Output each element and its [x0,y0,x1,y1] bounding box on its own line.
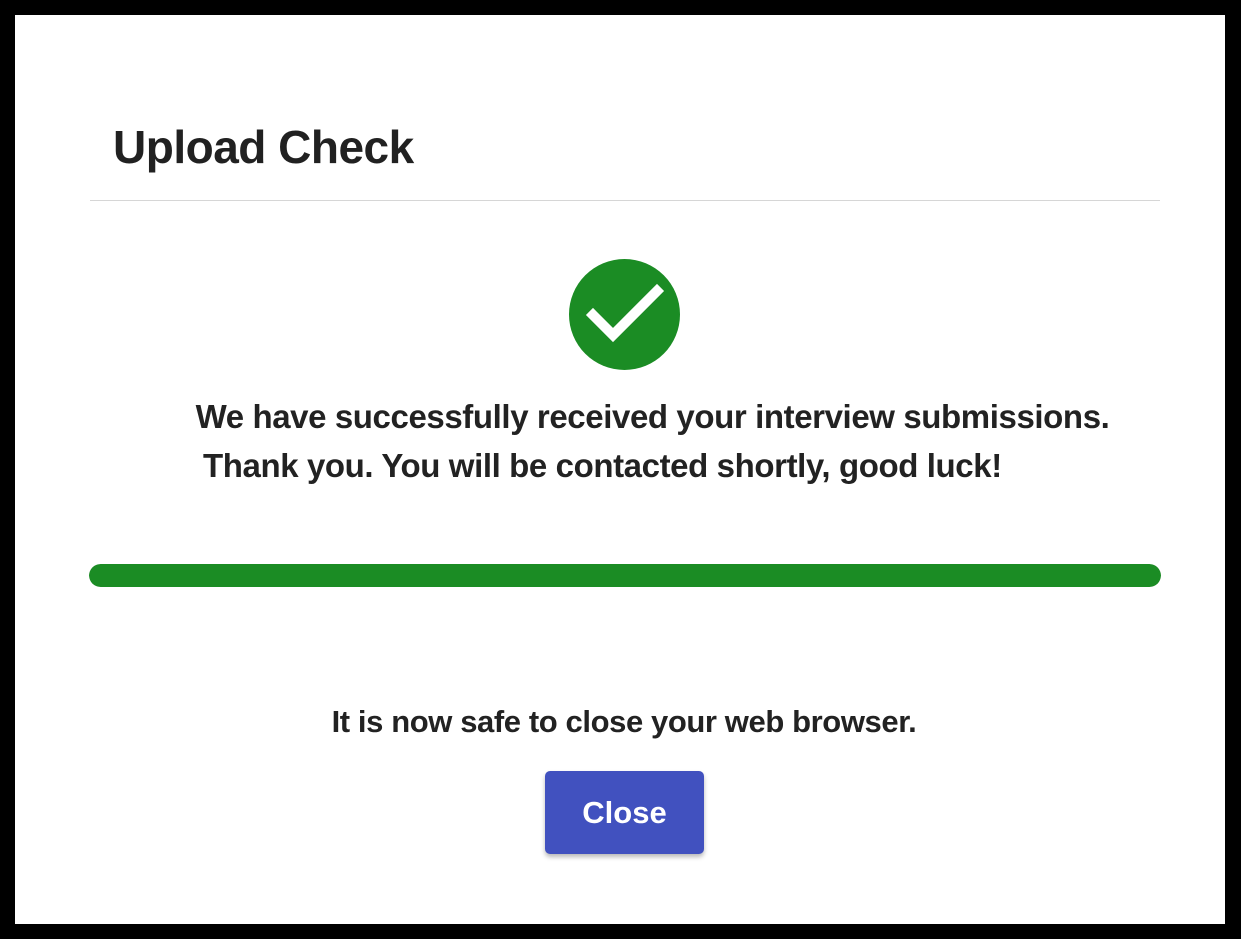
dialog-title: Upload Check [113,121,414,173]
safe-to-close-message: It is now safe to close your web browser… [331,704,917,739]
thank-you-message: Thank you. You will be contacted shortly… [203,447,1002,484]
upload-progress-fill [89,564,1161,587]
header-divider [90,200,1160,201]
check-circle-icon [569,259,680,370]
upload-check-dialog: Upload Check We have successfully receiv… [15,15,1225,924]
upload-progress-bar [89,564,1161,587]
close-button[interactable]: Close [545,771,704,854]
success-message: We have successfully received your inter… [195,398,1110,435]
